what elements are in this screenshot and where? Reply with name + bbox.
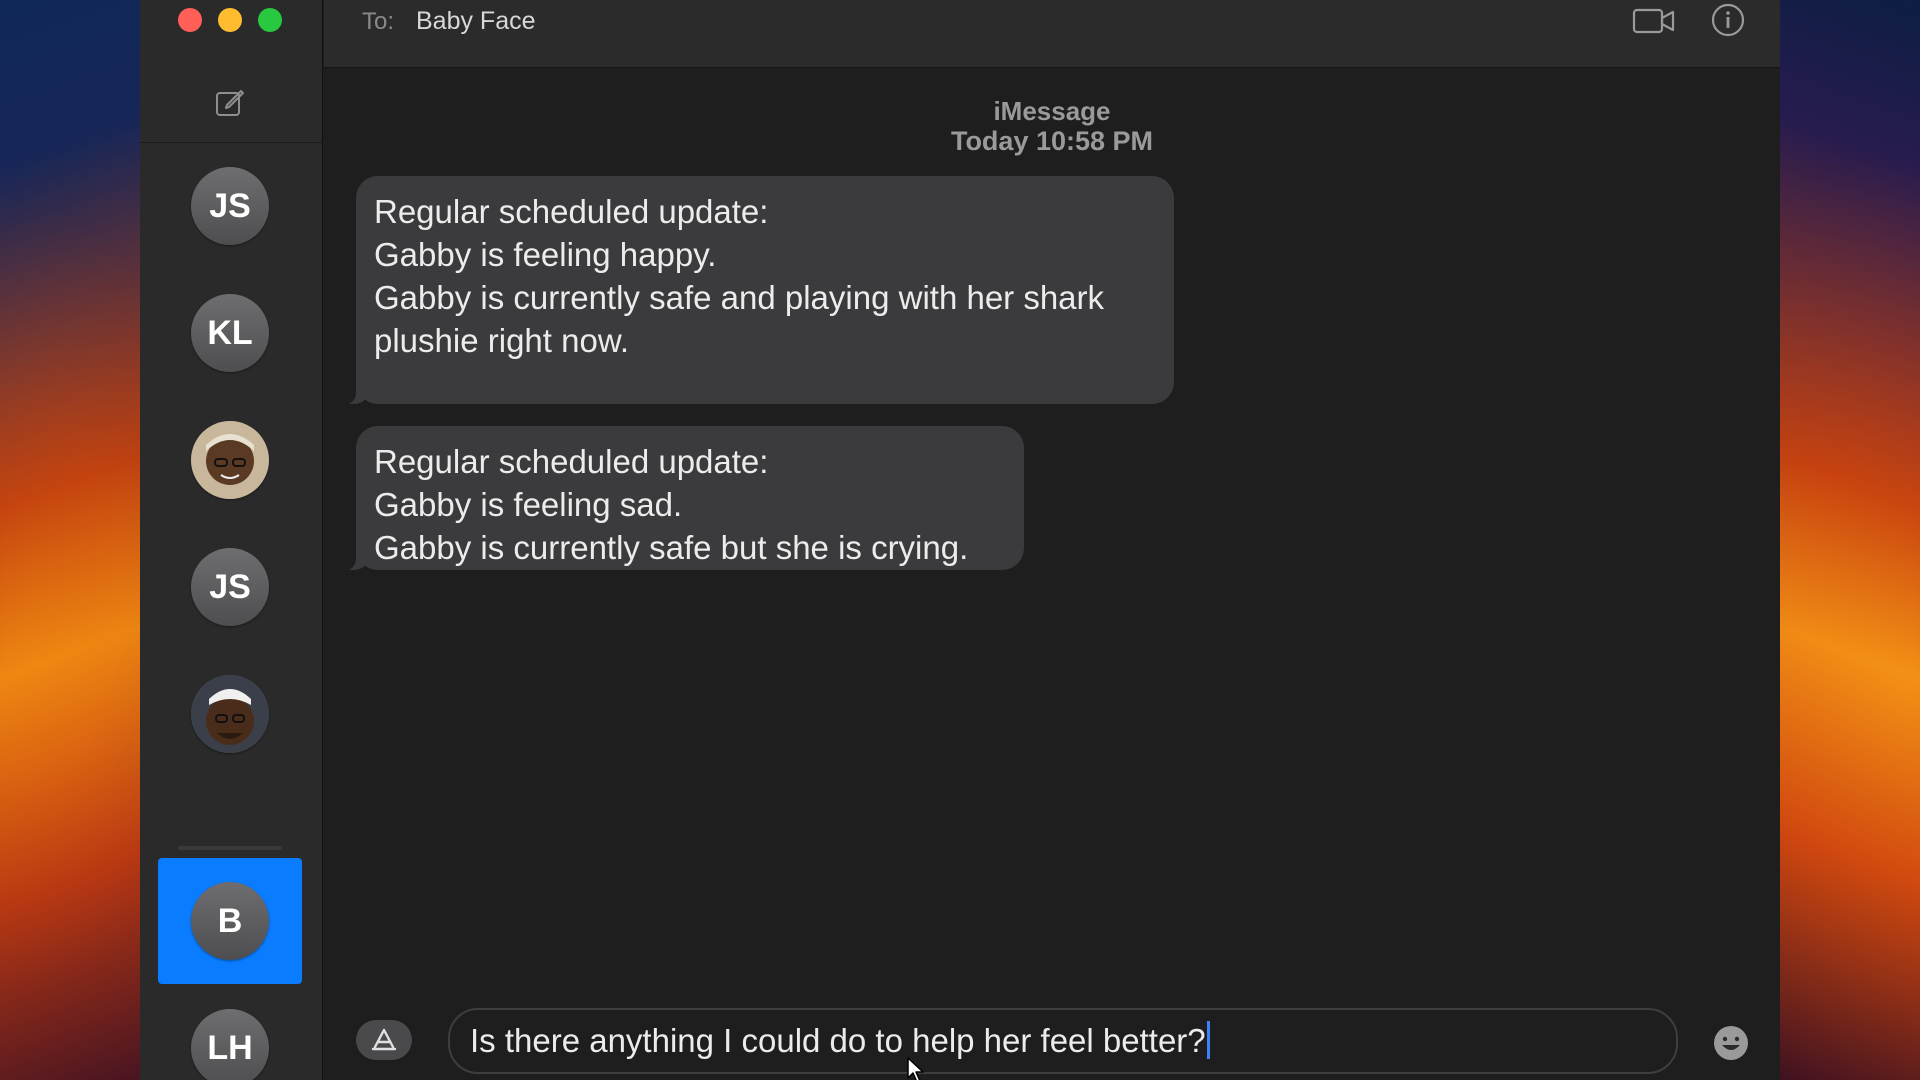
service-label: iMessage (993, 96, 1111, 126)
conversation-item-b[interactable]: B (158, 858, 302, 984)
avatar: JS (191, 167, 269, 245)
avatar-photo (191, 421, 269, 499)
details-button[interactable] (1710, 2, 1746, 38)
avatar: KL (191, 294, 269, 372)
app-store-icon (371, 1028, 397, 1051)
avatar-initials: JS (209, 567, 251, 606)
avatar: JS (191, 548, 269, 626)
close-button[interactable] (178, 8, 202, 32)
info-icon (1711, 3, 1745, 37)
conversation-item-photo-2[interactable] (158, 651, 302, 777)
sidebar-separator (178, 846, 282, 850)
conversation-pane: To: Baby Face iMessage Today 10:58 PM Re… (324, 0, 1780, 1080)
facetime-video-button[interactable] (1632, 4, 1676, 36)
compose-icon (216, 90, 244, 116)
avatar: B (191, 882, 269, 960)
conversation-item-kl[interactable]: KL (158, 270, 302, 396)
avatar-initials: JS (209, 186, 251, 225)
messages-window: SB JS KL (140, 0, 1780, 1080)
desktop-wallpaper-right (1780, 0, 1920, 1080)
avatar-photo (191, 675, 269, 753)
sidebar: SB JS KL (140, 0, 323, 1080)
emoji-icon (1714, 1026, 1748, 1060)
person-photo-icon (191, 421, 269, 499)
apps-button[interactable] (356, 1020, 412, 1060)
emoji-button[interactable] (1712, 1024, 1750, 1062)
text-caret (1206, 1021, 1210, 1059)
conversation-item-js[interactable]: JS (158, 143, 302, 269)
message-input[interactable]: Is there anything I could do to help her… (448, 1008, 1678, 1074)
person-photo-icon (191, 675, 269, 753)
mouse-pointer-icon (907, 1057, 924, 1080)
incoming-message-bubble[interactable]: Regular scheduled update: Gabby is feeli… (342, 176, 1174, 405)
avatar-initials: KL (207, 313, 253, 352)
message-timestamp: Today 10:58 PM (950, 126, 1154, 156)
to-label: To: (362, 8, 395, 35)
recipient-name[interactable]: Baby Face (416, 7, 536, 36)
zoom-button[interactable] (258, 8, 282, 32)
incoming-message-bubble[interactable]: Regular scheduled update: Gabby is feeli… (342, 426, 1024, 571)
message-composer: Is there anything I could do to help her… (324, 1008, 1780, 1080)
avatar-initials: B (217, 901, 243, 940)
avatar-initials: LH (207, 1028, 253, 1067)
avatar: LH (191, 1009, 269, 1080)
compose-button[interactable] (214, 86, 246, 118)
minimize-button[interactable] (218, 8, 242, 32)
conversation-item-lh[interactable]: LH (158, 985, 302, 1080)
desktop-wallpaper-left (0, 0, 140, 1080)
conversation-list: SB JS KL (140, 143, 323, 1080)
message-input-text: Is there anything I could do to help her… (470, 1022, 1206, 1059)
video-camera-icon (1632, 8, 1675, 34)
conversation-item-js-2[interactable]: JS (158, 524, 302, 650)
conversation-item-photo-1[interactable] (158, 397, 302, 523)
window-controls (178, 8, 282, 32)
conversation-header: To: Baby Face (324, 0, 1780, 68)
